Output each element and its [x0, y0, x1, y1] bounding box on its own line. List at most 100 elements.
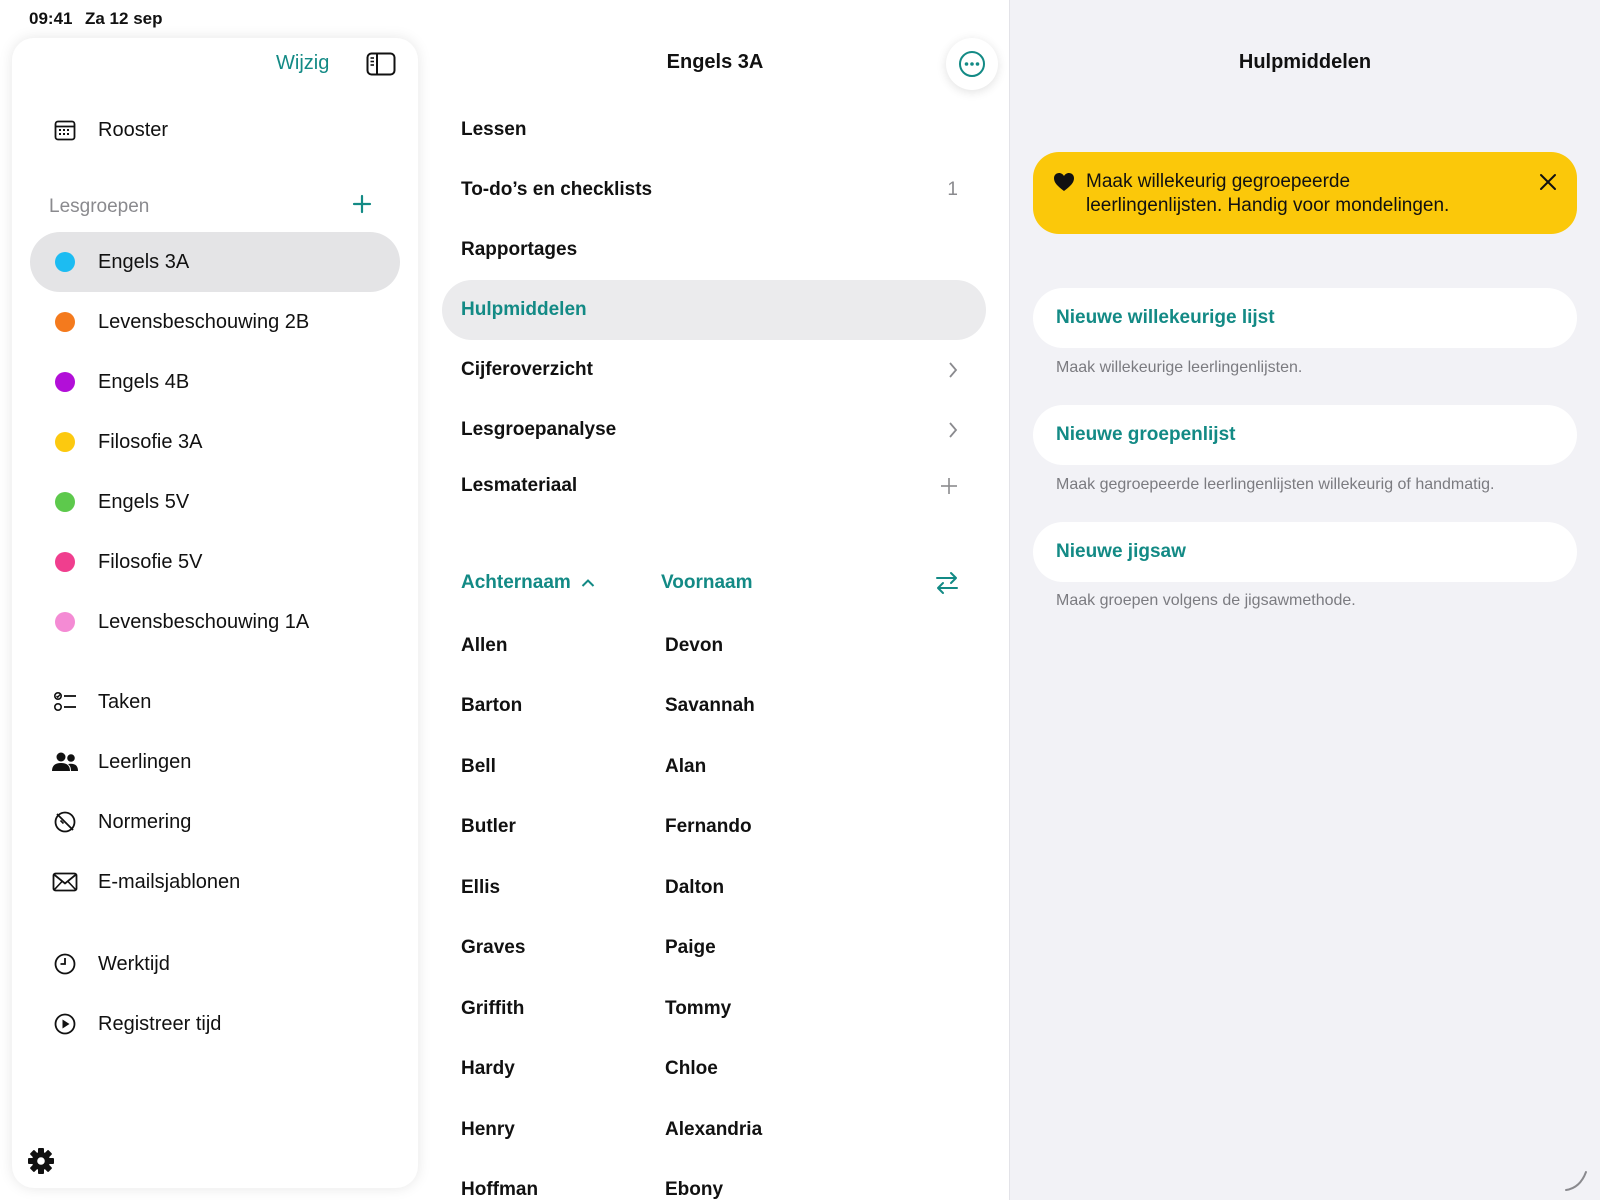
menu-item-label: To-do’s en checklists [461, 179, 653, 200]
sidebar-item-normering[interactable]: Normering [30, 792, 400, 852]
sidebar-group-engels-3a[interactable]: Engels 3A [30, 232, 400, 292]
student-row[interactable]: Hardy Chloe [461, 1058, 961, 1098]
student-first-name: Chloe [665, 1058, 718, 1079]
group-color-dot [55, 492, 75, 512]
student-last-name: Barton [461, 695, 523, 716]
play-circle-icon [50, 1012, 80, 1036]
student-last-name: Butler [461, 816, 516, 837]
student-row[interactable]: Butler Fernando [461, 816, 961, 856]
student-row[interactable]: Bell Alan [461, 756, 961, 796]
student-first-name: Fernando [665, 816, 752, 837]
student-row[interactable]: Hoffman Ebony [461, 1179, 961, 1200]
sidebar-group-levensbeschouwing-1a[interactable]: Levensbeschouwing 1A [30, 592, 400, 652]
tool-label: Nieuwe willekeurige lijst [1056, 307, 1275, 328]
group-label: Filosofie 3A [98, 430, 203, 453]
student-first-name: Alexandria [665, 1119, 763, 1140]
student-row[interactable]: Henry Alexandria [461, 1119, 961, 1159]
detail-title: Hulpmiddelen [1238, 51, 1372, 73]
menu-item-lessen[interactable]: Lessen [442, 100, 986, 160]
sidebar-item-label: E-mailsjablonen [98, 870, 241, 893]
plus-icon[interactable] [940, 477, 958, 495]
sidebar-item-registreer-tijd[interactable]: Registreer tijd [30, 994, 400, 1054]
student-row[interactable]: Ellis Dalton [461, 877, 961, 917]
new-random-list-button[interactable]: Nieuwe willekeurige lijst [1033, 288, 1577, 348]
people-icon [50, 752, 80, 772]
student-last-name: Bell [461, 756, 496, 777]
student-first-name: Alan [665, 756, 707, 777]
clock-icon [50, 952, 80, 976]
new-jigsaw-button[interactable]: Nieuwe jigsaw [1033, 522, 1577, 582]
close-icon[interactable] [1538, 172, 1558, 192]
group-label: Filosofie 5V [98, 550, 203, 573]
tip-banner-line: Maak willekeurig gegroepeerde [1086, 171, 1351, 192]
student-row[interactable]: Graves Paige [461, 937, 961, 977]
chevron-up-icon [581, 579, 595, 587]
sidebar-item-label: Normering [98, 810, 192, 833]
tool-description: Maak gegroepeerde leerlingenlijsten will… [1056, 476, 1495, 493]
tool-label: Nieuwe groepenlijst [1056, 424, 1236, 445]
menu-item-hulpmiddelen[interactable]: Hulpmiddelen [442, 280, 986, 340]
group-color-dot [55, 372, 75, 392]
sidebar-group-filosofie-3a[interactable]: Filosofie 3A [30, 412, 400, 472]
sidebar-item-label: Leerlingen [98, 750, 192, 773]
group-color-dot [55, 612, 75, 632]
group-title: Engels 3A [666, 51, 764, 73]
sidebar-item-taken[interactable]: Taken [30, 672, 400, 732]
todo-count-badge: 1 [947, 179, 958, 200]
edit-button[interactable]: Wijzig [276, 52, 329, 75]
swap-arrows-icon[interactable] [934, 570, 960, 596]
resize-handle-icon[interactable] [1562, 1164, 1592, 1194]
add-group-plus-icon[interactable] [350, 192, 374, 216]
menu-item-lesgroepanalyse[interactable]: Lesgroepanalyse [442, 400, 986, 460]
menu-item-label: Lessen [461, 119, 527, 140]
sort-by-last-name[interactable]: Achternaam [461, 572, 595, 594]
column-header-first-name: Voornaam [661, 572, 753, 593]
sidebar-item-leerlingen[interactable]: Leerlingen [30, 732, 400, 792]
student-first-name: Tommy [665, 998, 732, 1019]
menu-item-label: Lesgroepanalyse [461, 419, 617, 440]
student-first-name: Paige [665, 937, 716, 958]
student-row[interactable]: Allen Devon [461, 635, 961, 675]
menu-item-lesmateriaal[interactable]: Lesmateriaal [442, 456, 986, 516]
heart-icon [1054, 173, 1074, 191]
sidebar-group-engels-5v[interactable]: Engels 5V [30, 472, 400, 532]
student-first-name: Dalton [665, 877, 725, 898]
sort-by-first-name[interactable]: Voornaam [661, 572, 753, 594]
student-last-name: Ellis [461, 877, 501, 898]
group-label: Engels 3A [98, 250, 190, 273]
calendar-icon [50, 119, 80, 141]
student-first-name: Devon [665, 635, 724, 656]
menu-item-rapportages[interactable]: Rapportages [442, 220, 986, 280]
sidebar-group-filosofie-5v[interactable]: Filosofie 5V [30, 532, 400, 592]
group-color-dot [55, 312, 75, 332]
tip-banner: Maak willekeurig gegroepeerde leerlingen… [1033, 152, 1577, 234]
menu-item-label: Cijferoverzicht [461, 359, 593, 380]
settings-gear-icon[interactable] [26, 1146, 56, 1176]
sidebar-item-label: Taken [98, 690, 152, 713]
tool-description: Maak willekeurige leerlingenlijsten. [1056, 359, 1303, 376]
menu-item-todos[interactable]: To-do’s en checklists 1 [442, 160, 986, 220]
student-last-name: Allen [461, 635, 508, 656]
student-row[interactable]: Barton Savannah [461, 695, 961, 735]
sidebar-group-engels-4b[interactable]: Engels 4B [30, 352, 400, 412]
sidebar-group-levensbeschouwing-2b[interactable]: Levensbeschouwing 2B [30, 292, 400, 352]
menu-item-label: Lesmateriaal [461, 475, 578, 496]
sidebar-item-e-mailsjablonen[interactable]: E-mailsjablonen [30, 852, 400, 912]
menu-item-label: Rapportages [461, 239, 578, 260]
menu-item-label: Hulpmiddelen [461, 299, 587, 320]
status-date: Za 12 sep [85, 9, 163, 28]
new-group-list-button[interactable]: Nieuwe groepenlijst [1033, 405, 1577, 465]
sidebar-toggle-icon[interactable] [366, 52, 396, 76]
student-last-name: Henry [461, 1119, 515, 1140]
menu-item-cijferoverzicht[interactable]: Cijferoverzicht [442, 340, 986, 400]
more-options-button[interactable] [946, 38, 998, 90]
sidebar-item-rooster[interactable]: Rooster [30, 100, 400, 160]
tip-banner-text: Maak willekeurig gegroepeerde leerlingen… [1086, 170, 1449, 218]
sidebar-item-label: Werktijd [98, 952, 170, 975]
student-row[interactable]: Griffith Tommy [461, 998, 961, 1038]
group-color-dot [55, 552, 75, 572]
sidebar-item-werktijd[interactable]: Werktijd [30, 934, 400, 994]
group-label: Levensbeschouwing 2B [98, 310, 310, 333]
group-label: Engels 5V [98, 490, 190, 513]
tool-description: Maak groepen volgens de jigsawmethode. [1056, 592, 1356, 609]
